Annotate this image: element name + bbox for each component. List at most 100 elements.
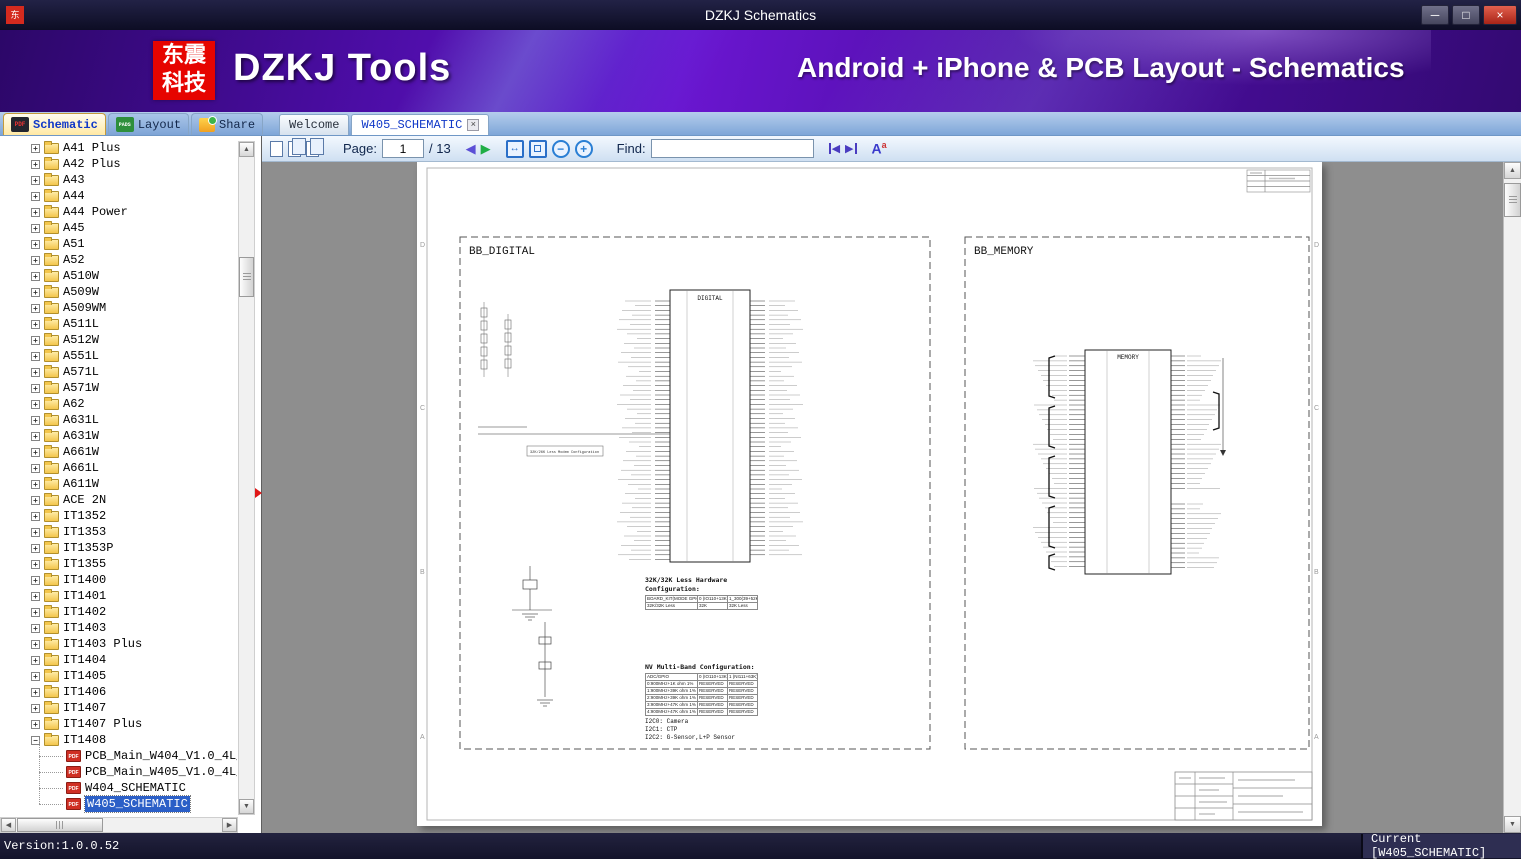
expander-icon[interactable]: +: [31, 575, 40, 585]
tree-folder-row[interactable]: + IT1403 Plus: [0, 636, 237, 652]
tree-folder-row[interactable]: + ACE 2N: [0, 492, 237, 508]
expander-icon[interactable]: +: [31, 527, 40, 537]
tree-folder-row[interactable]: + A551L: [0, 348, 237, 364]
tree-folder-row[interactable]: + A62: [0, 396, 237, 412]
tree-horizontal-scrollbar[interactable]: ◀ ▶: [0, 817, 238, 833]
expander-icon[interactable]: +: [31, 591, 40, 601]
expander-icon[interactable]: +: [31, 271, 40, 281]
expander-icon[interactable]: +: [31, 559, 40, 569]
expander-icon[interactable]: +: [31, 415, 40, 425]
tree-folder-row[interactable]: + IT1403: [0, 620, 237, 636]
tree-folder-row[interactable]: + A511L: [0, 316, 237, 332]
expander-icon[interactable]: +: [31, 543, 40, 553]
tree-folder-row[interactable]: + IT1407: [0, 700, 237, 716]
match-case-icon[interactable]: Aa: [872, 140, 887, 157]
find-previous-icon[interactable]: ◀: [828, 142, 840, 155]
scroll-down-icon[interactable]: ▼: [239, 799, 254, 814]
expander-icon[interactable]: +: [31, 431, 40, 441]
tree-scroll-thumb[interactable]: [239, 257, 254, 297]
tree-folder-row[interactable]: + A661W: [0, 444, 237, 460]
tree-folder-row[interactable]: + A44: [0, 188, 237, 204]
expander-icon[interactable]: +: [31, 319, 40, 329]
tree-folder-row[interactable]: + A43: [0, 172, 237, 188]
tab-layout[interactable]: PADS Layout: [107, 113, 190, 135]
expander-icon[interactable]: +: [31, 447, 40, 457]
tree-file-row[interactable]: PDF PCB_Main_W404_V1.0_4L_PLA: [0, 748, 237, 764]
page-number-input[interactable]: [381, 139, 424, 158]
tab-schematic[interactable]: PDF Schematic: [3, 113, 106, 135]
expander-icon[interactable]: +: [31, 191, 40, 201]
tab-welcome[interactable]: Welcome: [279, 114, 350, 135]
expander-icon[interactable]: +: [31, 719, 40, 729]
scroll-down-icon[interactable]: ▼: [1504, 816, 1521, 833]
expander-icon[interactable]: +: [31, 351, 40, 361]
expander-icon[interactable]: +: [31, 687, 40, 697]
expander-icon[interactable]: +: [31, 207, 40, 217]
tree-folder-row[interactable]: + IT1401: [0, 588, 237, 604]
zoom-out-icon[interactable]: −: [551, 139, 570, 158]
fit-width-icon[interactable]: ↔: [505, 139, 524, 158]
tree-folder-row[interactable]: + A631W: [0, 428, 237, 444]
pages-copy-icon[interactable]: [288, 137, 306, 157]
expander-icon[interactable]: +: [31, 159, 40, 169]
expander-icon[interactable]: +: [31, 303, 40, 313]
tree-folder-row[interactable]: + A510W: [0, 268, 237, 284]
tree-folder-row[interactable]: + IT1353P: [0, 540, 237, 556]
tree-vertical-scrollbar[interactable]: ▲ ▼: [238, 141, 255, 815]
tree-folder-row[interactable]: + A509WM: [0, 300, 237, 316]
doc-scroll-thumb[interactable]: [1504, 183, 1521, 217]
scroll-left-icon[interactable]: ◀: [1, 818, 16, 832]
tree-folder-row[interactable]: + A611W: [0, 476, 237, 492]
expander-icon[interactable]: +: [31, 703, 40, 713]
tree-folder-row[interactable]: + A571W: [0, 380, 237, 396]
expander-icon[interactable]: +: [31, 607, 40, 617]
fit-page-icon[interactable]: [528, 139, 547, 158]
expander-icon[interactable]: +: [31, 639, 40, 649]
expander-icon[interactable]: +: [31, 335, 40, 345]
expander-icon[interactable]: +: [31, 175, 40, 185]
find-next-icon[interactable]: ▶: [845, 142, 857, 155]
tree-folder-row[interactable]: + IT1406: [0, 684, 237, 700]
tree-folder-row[interactable]: + IT1355: [0, 556, 237, 572]
pages-paste-icon[interactable]: [306, 137, 324, 157]
tree-folder-row[interactable]: + A42 Plus: [0, 156, 237, 172]
tree-folder-row[interactable]: + IT1400: [0, 572, 237, 588]
scroll-up-icon[interactable]: ▲: [1504, 162, 1521, 179]
previous-page-icon[interactable]: ◀: [466, 141, 476, 157]
tree-file-row[interactable]: PDF W405_SCHEMATIC: [0, 795, 237, 813]
tree-folder-row[interactable]: + A41 Plus: [0, 140, 237, 156]
tree-scroll-track[interactable]: [239, 157, 254, 799]
tree-folder-row[interactable]: + A512W: [0, 332, 237, 348]
tree-folder-row[interactable]: + IT1353: [0, 524, 237, 540]
tree-folder-row[interactable]: + IT1402: [0, 604, 237, 620]
scroll-right-icon[interactable]: ▶: [222, 818, 237, 832]
tree-folder-row[interactable]: + A52: [0, 252, 237, 268]
tree-folder-row[interactable]: − IT1408: [0, 732, 237, 748]
page-single-icon[interactable]: [270, 140, 283, 157]
expander-icon[interactable]: +: [31, 239, 40, 249]
close-button[interactable]: ×: [1483, 5, 1517, 25]
tree-folder-row[interactable]: + A661L: [0, 460, 237, 476]
maximize-button[interactable]: □: [1452, 5, 1480, 25]
expander-icon[interactable]: +: [31, 511, 40, 521]
tree-folder-row[interactable]: + A509W: [0, 284, 237, 300]
find-input[interactable]: [650, 139, 814, 158]
expander-icon[interactable]: +: [31, 143, 40, 153]
expander-icon[interactable]: +: [31, 463, 40, 473]
tab-share[interactable]: Share: [191, 113, 264, 135]
tab-close-icon[interactable]: ×: [467, 119, 480, 131]
tree-folder-row[interactable]: + IT1407 Plus: [0, 716, 237, 732]
expander-icon[interactable]: +: [31, 479, 40, 489]
document-vertical-scrollbar[interactable]: ▲ ▼: [1503, 162, 1521, 833]
tree-folder-row[interactable]: + A571L: [0, 364, 237, 380]
expander-icon[interactable]: +: [31, 399, 40, 409]
tree-hscroll-thumb[interactable]: [17, 818, 103, 832]
tree-file-row[interactable]: PDF PCB_Main_W405_V1.0_4L_PLA: [0, 764, 237, 780]
tree-folder-row[interactable]: + IT1352: [0, 508, 237, 524]
tree-folder-row[interactable]: + A44 Power: [0, 204, 237, 220]
tree-folder-row[interactable]: + A51: [0, 236, 237, 252]
tab-document[interactable]: W405_SCHEMATIC ×: [351, 114, 490, 135]
minimize-button[interactable]: ─: [1421, 5, 1449, 25]
scroll-up-icon[interactable]: ▲: [239, 142, 254, 157]
expander-icon[interactable]: +: [31, 255, 40, 265]
